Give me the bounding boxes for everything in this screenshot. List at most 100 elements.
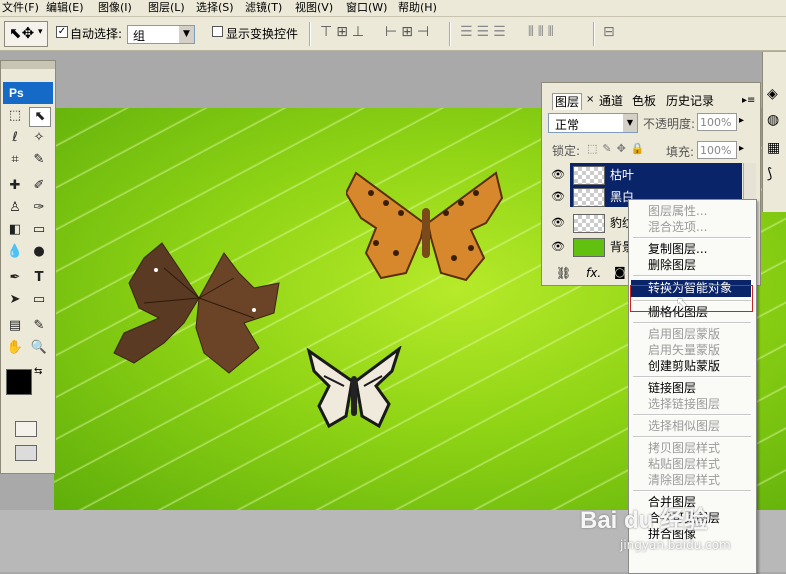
auto-align-icon[interactable]: ⊟ (603, 24, 615, 40)
menu-window[interactable]: 窗口(W) (346, 0, 387, 16)
context-menu-item: 启用矢量蒙版 (648, 343, 721, 357)
menu-edit[interactable]: 编辑(E) (46, 0, 84, 16)
history-brush-tool-icon[interactable]: ✑ (29, 199, 49, 217)
notes-tool-icon[interactable]: ▤ (5, 317, 25, 335)
layer-thumbnail (573, 238, 605, 257)
magic-wand-tool-icon[interactable]: ✧ (29, 129, 49, 147)
tab-channels[interactable]: 通道 (597, 93, 625, 109)
menu-separator (633, 237, 751, 239)
menu-filter[interactable]: 滤镜(T) (245, 0, 282, 16)
black-white-butterfly-image (306, 346, 402, 429)
layer-name[interactable]: 枯叶 (610, 166, 634, 183)
menu-select[interactable]: 选择(S) (196, 0, 234, 16)
context-menu-item[interactable]: 创建剪贴蒙版 (631, 358, 751, 374)
opacity-slider-icon[interactable]: ▸ (739, 115, 744, 126)
add-layer-style-icon[interactable]: fx. (586, 266, 601, 280)
eyedropper-tool-icon[interactable]: ✎ (29, 317, 49, 335)
menu-separator (633, 376, 751, 378)
context-menu-item[interactable]: 栅格化图层 (631, 304, 751, 320)
menu-separator (633, 300, 751, 302)
swatches-icon[interactable]: ▦ (767, 140, 785, 158)
ps-logo: Ps (3, 82, 53, 104)
brush-tool-icon[interactable]: ✐ (29, 177, 49, 195)
blur-tool-icon[interactable]: 💧 (5, 243, 25, 261)
dropdown-arrow-icon[interactable]: ▼ (179, 26, 194, 43)
visibility-eye-icon[interactable]: 👁 (550, 189, 566, 205)
path-selection-tool-icon[interactable]: ➤ (5, 291, 25, 309)
visibility-eye-icon[interactable]: 👁 (550, 239, 566, 255)
panel-menu-icon[interactable]: ▸≡ (742, 95, 755, 106)
tab-swatches[interactable]: 色板 (630, 93, 658, 109)
link-layers-icon[interactable]: ⛓ (556, 266, 571, 280)
toolbox: Ps ⬚ ⬉ ℓ ✧ ⌗ ✎ ✚ ✐ ♙ ✑ ◧ ▭ 💧 ● ✒ T ➤ ▭ ▤… (0, 60, 56, 474)
slice-tool-icon[interactable]: ✎ (29, 151, 49, 169)
shape-tool-icon[interactable]: ▭ (29, 291, 49, 309)
align-horizontal-icons[interactable]: ⊢⊞⊣ (385, 24, 433, 40)
blend-mode-dropdown[interactable]: 正常 ▼ (548, 113, 638, 133)
move-tool-icon[interactable]: ⬉ (29, 107, 51, 127)
show-transform-checkbox[interactable] (212, 26, 223, 37)
layer-thumbnail (573, 166, 605, 185)
swap-colors-icon[interactable]: ⇆ (34, 366, 42, 377)
collapsed-panel-dock: ◈ ◍ ▦ ⟆ (762, 52, 786, 212)
tool-preset-picker[interactable]: ⬉✥ ▾ (4, 21, 48, 47)
menu-view[interactable]: 视图(V) (295, 0, 333, 16)
lasso-tool-icon[interactable]: ℓ (5, 129, 25, 147)
auto-select-checkbox[interactable]: ✓ (56, 26, 68, 38)
distribute-horizontal-icons[interactable]: ⫴⫴⫴ (528, 24, 558, 40)
lock-icons[interactable]: ⬚✎✥🔒 (587, 142, 650, 155)
lock-label: 锁定: (552, 144, 581, 158)
options-bar: ⬉✥ ▾ ✓ 自动选择: 组 ▼ 显示变换控件 ⊤⊞⊥ ⊢⊞⊣ ☰☰☰ ⫴⫴⫴ … (0, 17, 786, 51)
quick-mask-icon[interactable] (15, 421, 37, 437)
marquee-tool-icon[interactable]: ⬚ (5, 107, 25, 125)
add-mask-icon[interactable]: ◙ (614, 265, 626, 279)
pen-tool-icon[interactable]: ✒ (5, 269, 25, 287)
screen-mode-icon[interactable] (15, 445, 37, 461)
fill-slider-icon[interactable]: ▸ (739, 143, 744, 154)
align-icons[interactable]: ⊤⊞⊥ (320, 24, 368, 40)
color-icon[interactable]: ◍ (767, 112, 785, 130)
tab-layers[interactable]: 图层 (552, 93, 583, 110)
context-menu-item[interactable]: 复制图层... (631, 241, 751, 257)
fill-field[interactable]: 100% (697, 141, 737, 159)
distribute-vertical-icons[interactable]: ☰☰☰ (460, 24, 510, 40)
close-tab-icon[interactable]: × (586, 94, 594, 105)
menu-help[interactable]: 帮助(H) (398, 0, 437, 16)
eraser-tool-icon[interactable]: ◧ (5, 221, 25, 239)
layer-row[interactable]: 枯叶 (570, 163, 742, 185)
styles-icon[interactable]: ⟆ (767, 166, 785, 184)
menu-file[interactable]: 文件(F) (2, 0, 39, 16)
context-menu-item[interactable]: 删除图层 (631, 257, 751, 273)
type-tool-icon[interactable]: T (29, 269, 49, 287)
context-menu-item[interactable]: 转换为智能对象 (631, 280, 751, 297)
opacity-field[interactable]: 100% (697, 113, 737, 131)
hand-tool-icon[interactable]: ✋ (5, 339, 25, 357)
visibility-eye-icon[interactable]: 👁 (550, 167, 566, 183)
tab-history[interactable]: 历史记录 (664, 93, 716, 109)
healing-brush-tool-icon[interactable]: ✚ (5, 177, 25, 195)
context-menu-item: 启用图层蒙版 (648, 327, 721, 341)
foreground-color-swatch[interactable] (6, 369, 32, 395)
dodge-tool-icon[interactable]: ● (29, 243, 49, 261)
context-menu-item: 粘贴图层样式 (648, 457, 721, 471)
context-menu-item: 混合选项... (648, 220, 708, 234)
context-menu-item: 选择链接图层 (648, 397, 721, 411)
gradient-tool-icon[interactable]: ▭ (29, 221, 49, 239)
show-transform-label: 显示变换控件 (226, 27, 299, 41)
zoom-tool-icon[interactable]: 🔍 (29, 339, 49, 357)
auto-select-value: 组 (133, 29, 146, 43)
navigator-icon[interactable]: ◈ (767, 86, 785, 104)
menu-image[interactable]: 图像(I) (98, 0, 132, 16)
context-menu-item[interactable]: 链接图层 (631, 380, 751, 396)
crop-tool-icon[interactable]: ⌗ (5, 151, 25, 169)
menu-layer[interactable]: 图层(L) (148, 0, 185, 16)
layer-thumbnail (573, 214, 605, 233)
menu-separator (633, 490, 751, 492)
dropdown-arrow-icon[interactable]: ▼ (623, 114, 637, 132)
visibility-eye-icon[interactable]: 👁 (550, 215, 566, 231)
auto-select-dropdown[interactable]: 组 ▼ (127, 25, 195, 44)
baidu-watermark: Bai du 经验 (580, 507, 709, 534)
toolbox-grip[interactable] (1, 61, 55, 69)
clone-stamp-tool-icon[interactable]: ♙ (5, 199, 25, 217)
context-menu-item: 拷贝图层样式 (648, 441, 721, 455)
